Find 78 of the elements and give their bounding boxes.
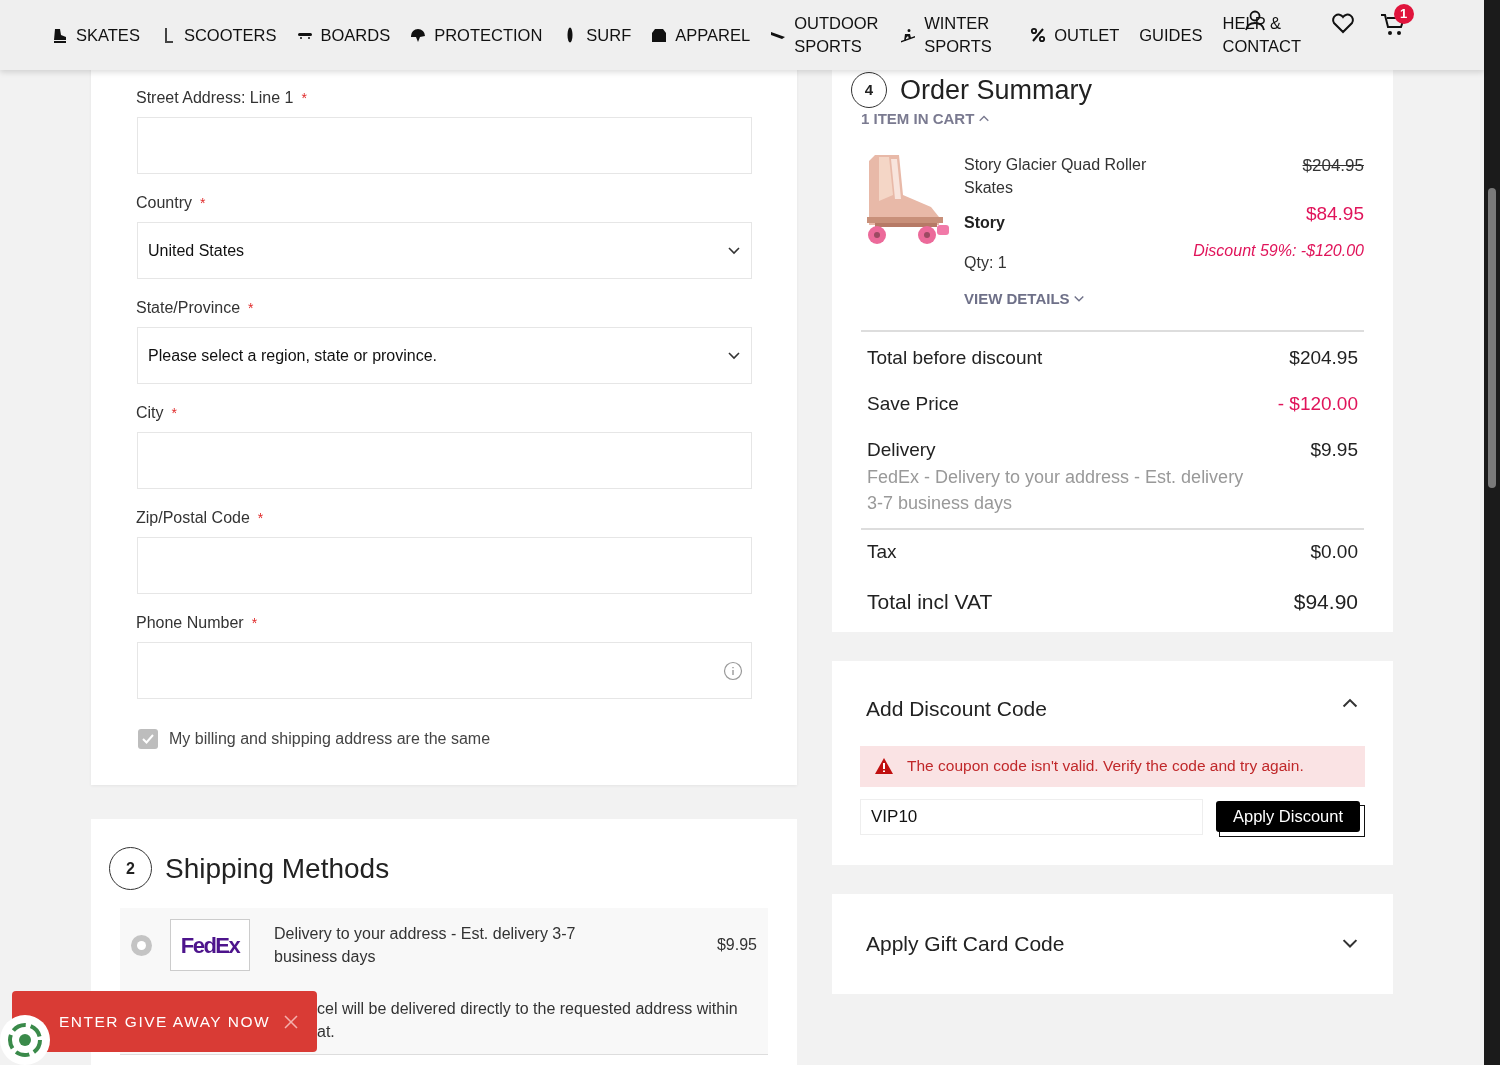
phone-field[interactable] xyxy=(137,642,752,699)
cart-toggle[interactable]: 1 ITEM IN CART xyxy=(861,108,991,131)
view-details-link[interactable]: VIEW DETAILS xyxy=(964,287,1085,310)
nav-link[interactable]: WINTER SPORTS xyxy=(924,12,1011,58)
section-title: Add Discount Code xyxy=(866,696,1047,722)
delivery-detail: FedEx - Delivery to your address - Est. delivery 3-7 business days xyxy=(867,466,1245,515)
input-field[interactable] xyxy=(137,537,752,594)
shipping-price: $9.95 xyxy=(716,935,757,955)
select-field[interactable]: Please select a region, state or province. xyxy=(137,327,752,384)
total-value: $9.95 xyxy=(1310,438,1358,462)
section-title: Shipping Methods xyxy=(165,851,390,886)
input-field[interactable] xyxy=(137,117,752,174)
checkbox[interactable] xyxy=(138,729,158,749)
select-value: United States xyxy=(148,240,245,261)
nav-link[interactable]: APPAREL xyxy=(675,23,751,47)
nav-link[interactable]: OUTLET xyxy=(1054,23,1120,47)
product-name: Story Glacier Quad Roller Skates xyxy=(964,154,1148,198)
percent-icon xyxy=(1030,27,1047,43)
nav-link[interactable]: SURF xyxy=(586,23,632,47)
shipping-note: at. xyxy=(317,1022,336,1042)
shipping-note: cel will be delivered directly to the requested address within xyxy=(317,999,739,1019)
field-label: Zip/Postal Code xyxy=(136,508,250,528)
total-label: Tax xyxy=(867,540,897,564)
total-value: $0.00 xyxy=(1310,540,1358,564)
nav-link[interactable]: GUIDES xyxy=(1139,23,1203,47)
total-label: Total before discount xyxy=(867,346,1043,370)
nav-link[interactable]: SKATES xyxy=(76,23,140,47)
total-label: Total incl VAT xyxy=(867,590,993,614)
required-mark: * xyxy=(171,404,177,423)
required-mark: * xyxy=(257,509,264,528)
input-field[interactable] xyxy=(137,432,752,489)
apply-discount-button[interactable]: Apply Discount xyxy=(1216,801,1360,832)
field-label: City xyxy=(136,403,164,423)
skate-icon xyxy=(52,27,68,43)
required-mark: * xyxy=(248,299,254,318)
cart-count-badge: 1 xyxy=(1393,4,1414,24)
required-mark: * xyxy=(301,89,307,108)
product-brand: Story xyxy=(964,212,1006,233)
checkbox-label: My billing and shipping address are the same xyxy=(169,729,491,749)
field-label: Country xyxy=(136,193,193,213)
field-label: Street Address: Line 1 xyxy=(136,88,294,108)
sale-price: $84.95 xyxy=(1305,202,1364,226)
total-label: Delivery xyxy=(867,438,937,462)
nav-link[interactable]: SCOOTERS xyxy=(183,23,277,47)
shipping-description: Delivery to your address - Est. delivery 3-7 business days xyxy=(274,924,577,967)
jacket-icon xyxy=(651,27,668,43)
required-mark: * xyxy=(200,194,206,213)
total-value: $204.95 xyxy=(1289,346,1358,370)
total-value: $94.90 xyxy=(1293,590,1358,614)
info-icon xyxy=(723,660,743,681)
nav-link[interactable]: BOARDS xyxy=(320,23,391,47)
nav-link[interactable]: OUTDOOR SPORTS xyxy=(794,12,881,58)
total-label: Save Price xyxy=(867,392,959,416)
section-title: Apply Gift Card Code xyxy=(866,930,1065,957)
badge-logo-icon xyxy=(0,1015,50,1065)
discount-text: Discount 59%: -$120.00 xyxy=(1193,240,1364,261)
field-label: Phone Number xyxy=(136,613,244,633)
snowboarder-icon xyxy=(900,27,917,43)
nav-link[interactable]: PROTECTION xyxy=(434,23,543,47)
required-mark: * xyxy=(251,614,258,633)
section-title: Order Summary xyxy=(900,74,1093,106)
select-field[interactable]: United States xyxy=(137,222,752,279)
discount-code-field[interactable]: VIP10 xyxy=(860,798,1203,835)
check-icon xyxy=(141,732,155,746)
radio-button[interactable] xyxy=(131,934,152,956)
carrier-logo: FedEx xyxy=(170,919,250,971)
total-value: - $120.00 xyxy=(1277,392,1358,416)
warning-icon xyxy=(874,757,894,775)
error-message: The coupon code isn't valid. Verify the code and try again. xyxy=(907,756,1304,777)
heart-icon xyxy=(1330,12,1355,34)
close-button[interactable] xyxy=(284,1014,299,1029)
helmet-icon xyxy=(410,27,427,43)
field-label: State/Province xyxy=(136,298,241,318)
scrollbar[interactable] xyxy=(1484,0,1500,1065)
product-quantity: Qty: 1 xyxy=(964,252,1008,273)
original-price: $204.95 xyxy=(1302,154,1364,177)
select-value: Please select a region, state or province. xyxy=(148,345,438,366)
close-icon xyxy=(284,1014,299,1029)
